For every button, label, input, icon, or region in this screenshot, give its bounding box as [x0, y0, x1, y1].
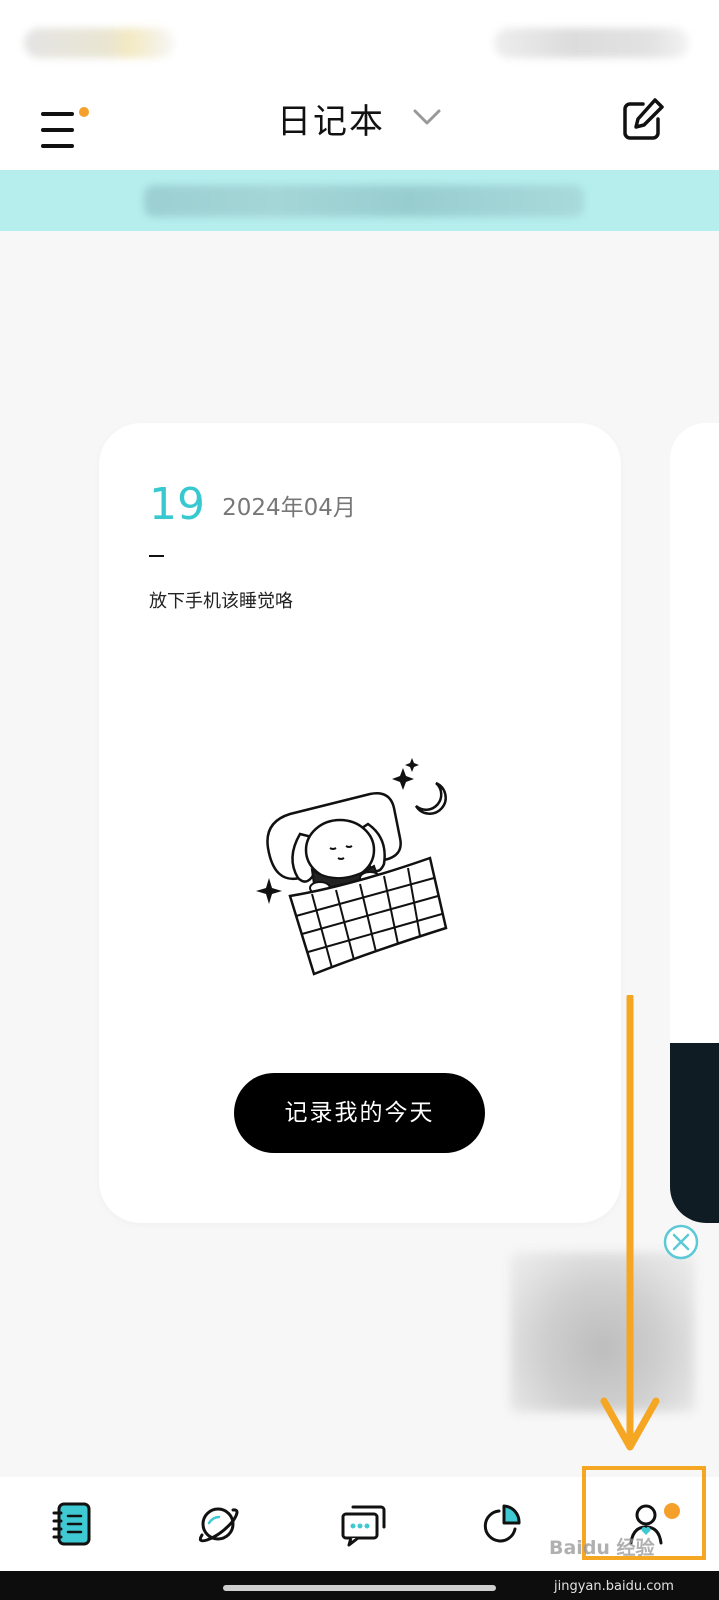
divider-dash [149, 555, 164, 557]
nav-item-explore[interactable] [183, 1487, 253, 1561]
diary-prompt: 放下手机该睡觉咯 [149, 591, 293, 612]
record-today-button[interactable]: 记录我的今天 [234, 1073, 485, 1153]
notice-banner[interactable] [0, 170, 719, 231]
floating-ad-blurred[interactable] [510, 1252, 695, 1412]
date-row: 19 2024年04月 [149, 475, 356, 535]
page-title: 日记本 [276, 102, 385, 142]
next-card-peek[interactable] [670, 423, 719, 1223]
chevron-down-icon [413, 109, 441, 125]
day-number: 19 [149, 479, 205, 530]
top-app-bar: 日记本 [0, 80, 719, 170]
planet-icon [198, 1507, 239, 1543]
edit-icon [623, 98, 664, 140]
nav-item-stats[interactable] [467, 1487, 537, 1561]
notebook-icon [52, 1502, 91, 1546]
gesture-bar: jingyan.baidu.com [0, 1571, 719, 1600]
notebook-selector[interactable]: 日记本 [0, 94, 719, 150]
status-bar-left-blurred [24, 28, 174, 58]
month-text: 2024年04月 [222, 495, 356, 521]
nav-item-messages[interactable] [327, 1487, 397, 1561]
pie-chart-icon [483, 1504, 521, 1543]
notice-banner-blurred-text [144, 185, 584, 217]
profile-badge-dot [664, 1503, 680, 1519]
sleeping-bunny-illustration [256, 758, 448, 976]
next-card-dark-panel [670, 1043, 719, 1223]
watermark-logo: Baidu 经验 [549, 1537, 655, 1559]
nav-item-diary[interactable] [38, 1487, 108, 1561]
home-indicator[interactable] [223, 1585, 496, 1591]
chat-bubbles-icon [341, 1505, 386, 1547]
status-bar [0, 0, 719, 80]
close-icon[interactable] [663, 1224, 699, 1260]
watermark-url: jingyan.baidu.com [554, 1579, 674, 1594]
compose-button[interactable] [617, 94, 667, 144]
diary-card[interactable]: 19 2024年04月 放下手机该睡觉咯 记录我的今天 [99, 423, 621, 1223]
status-bar-right-blurred [494, 28, 689, 58]
